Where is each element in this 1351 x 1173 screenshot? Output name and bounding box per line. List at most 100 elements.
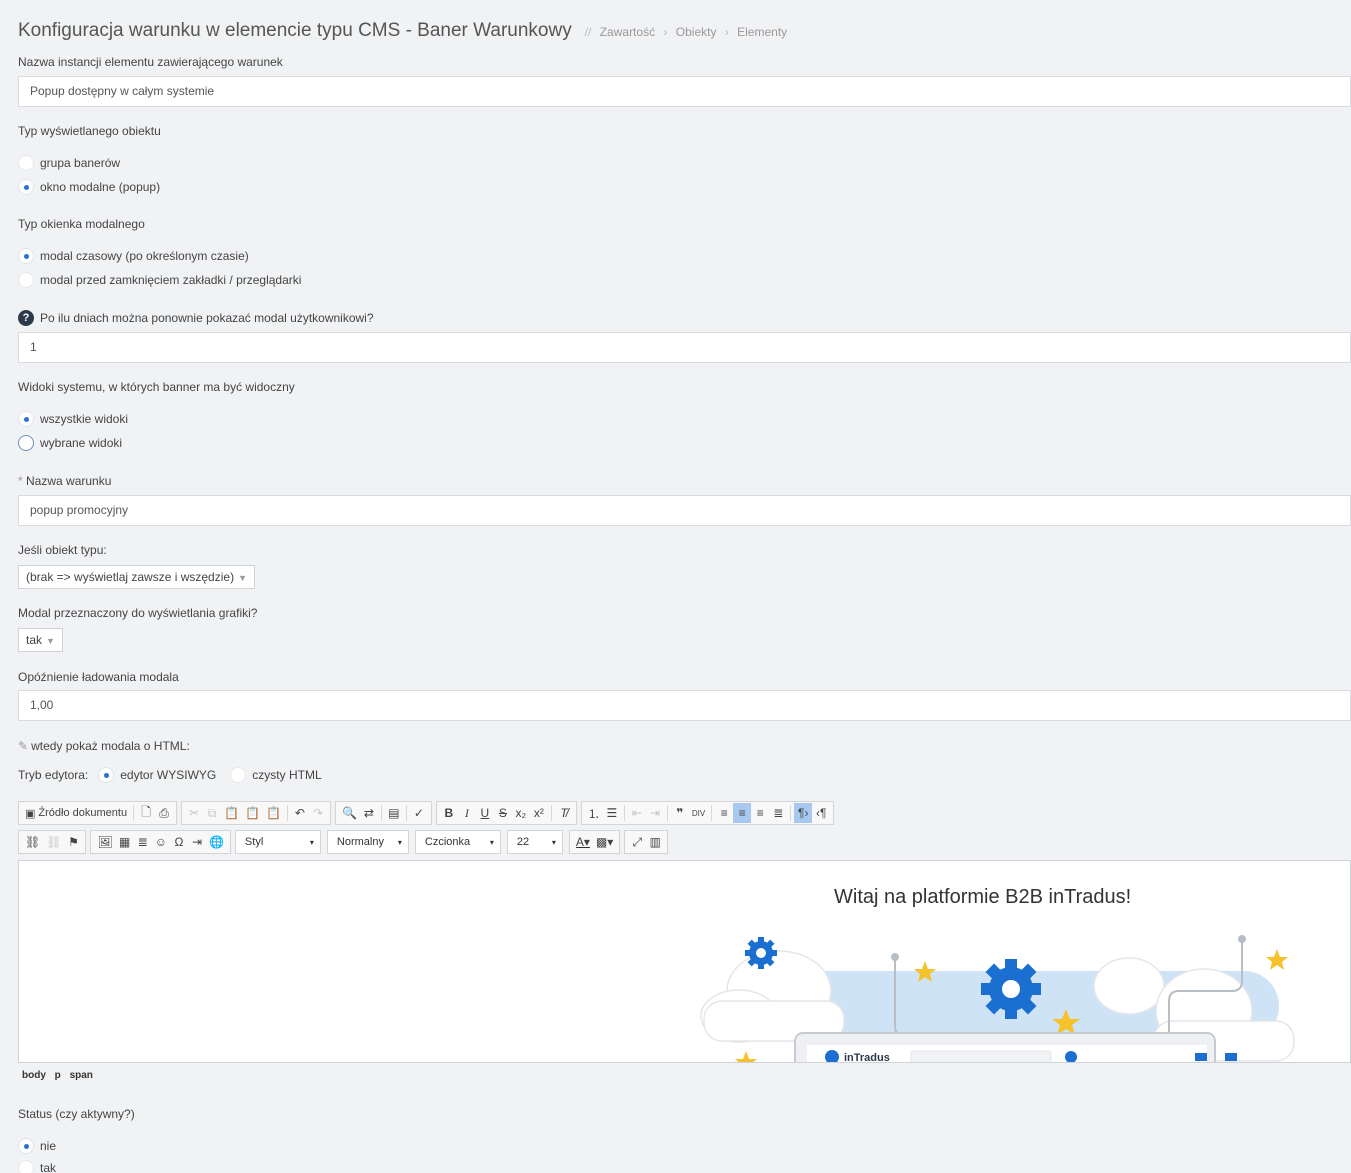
- radio-label: tak: [40, 1161, 57, 1173]
- paste-text-icon[interactable]: 📋: [242, 803, 263, 823]
- radio-button-checked[interactable]: [18, 411, 34, 427]
- subscript-icon[interactable]: x₂: [512, 803, 530, 823]
- instance-name-input[interactable]: Popup dostępny w całym systemie: [18, 76, 1351, 107]
- show-blocks-icon[interactable]: ▥: [646, 832, 664, 852]
- link-icon[interactable]: ⛓: [22, 832, 43, 852]
- gear-small-icon: [745, 937, 777, 969]
- numbered-list-icon[interactable]: ⒈: [585, 803, 603, 823]
- source-button[interactable]: ▣ Źródło dokumentu: [22, 803, 130, 823]
- toolbar-separator: [711, 805, 713, 821]
- align-right-icon[interactable]: ≡: [751, 803, 769, 823]
- bulleted-list-icon[interactable]: ☰: [603, 803, 621, 823]
- remove-format-icon[interactable]: T̸: [555, 803, 573, 823]
- copy-icon[interactable]: ⧉: [203, 803, 221, 823]
- ltr-icon[interactable]: ¶›: [794, 803, 813, 823]
- text-color-icon[interactable]: A▾: [573, 832, 593, 852]
- question-circle-icon[interactable]: ?: [18, 310, 34, 326]
- radio-grupa-banerow[interactable]: grupa banerów: [18, 155, 120, 171]
- font-combo[interactable]: Czcionka ▾: [414, 830, 501, 854]
- iframe-globe-icon[interactable]: 🌐: [206, 832, 227, 852]
- breadcrumb-item-obiekty[interactable]: Obiekty: [676, 25, 717, 39]
- align-center-icon[interactable]: ≡: [733, 803, 752, 823]
- paste-word-icon[interactable]: 📋: [263, 803, 284, 823]
- radio-wszystkie-widoki[interactable]: wszystkie widoki: [18, 411, 128, 427]
- style-combo[interactable]: Styl ▾: [234, 830, 321, 854]
- horizontal-line-icon[interactable]: ≣: [134, 832, 152, 852]
- toolbar-group-paragraph: ⒈ ☰ ⇤ ⇥ ❞ DIV ≡ ≡ ≡ ≣ ¶› ‹¶: [580, 801, 835, 825]
- div-container-icon[interactable]: DIV: [689, 803, 708, 823]
- radio-label: okno modalne (popup): [40, 180, 161, 194]
- repeat-days-input[interactable]: 1: [18, 332, 1351, 363]
- format-combo[interactable]: Normalny ▾: [326, 830, 409, 854]
- radio-button[interactable]: [18, 272, 34, 288]
- graphics-modal-select[interactable]: tak ▼: [18, 628, 63, 652]
- radio-status-nie[interactable]: nie: [18, 1138, 56, 1154]
- select-all-icon[interactable]: ▤: [385, 803, 403, 823]
- path-item-p[interactable]: p: [55, 1070, 61, 1081]
- radio-status-tak[interactable]: tak: [18, 1160, 56, 1173]
- undo-icon[interactable]: ↶: [291, 803, 309, 823]
- justify-icon[interactable]: ≣: [769, 803, 787, 823]
- radio-button[interactable]: [18, 435, 34, 451]
- underline-icon[interactable]: U: [476, 803, 494, 823]
- cut-icon[interactable]: ✂: [185, 803, 203, 823]
- condition-name-input[interactable]: popup promocyjny: [18, 495, 1351, 526]
- font-size-combo-value: 22: [516, 836, 530, 848]
- print-icon[interactable]: ⎙: [155, 803, 173, 823]
- rtl-icon[interactable]: ‹¶: [812, 803, 830, 823]
- bold-icon[interactable]: B: [440, 803, 458, 823]
- radio-button[interactable]: [18, 1160, 34, 1173]
- radio-button-checked[interactable]: [98, 767, 115, 783]
- image-icon[interactable]: 🖼: [94, 832, 115, 852]
- breadcrumb-item-elementy[interactable]: Elementy: [737, 25, 787, 39]
- radio-button[interactable]: [230, 767, 247, 783]
- new-page-icon[interactable]: 🗋: [137, 803, 155, 823]
- indent-icon[interactable]: ⇥: [646, 803, 664, 823]
- gear-large-icon: [981, 959, 1041, 1019]
- radio-wybrane-widoki[interactable]: wybrane widoki: [18, 435, 122, 451]
- if-object-type-label: Jeśli obiekt typu:: [18, 543, 107, 557]
- toolbar-group-colors: A▾ ▩▾: [568, 830, 621, 854]
- radio-button-checked[interactable]: [18, 179, 34, 195]
- unlink-icon[interactable]: ⛓: [43, 832, 64, 852]
- radio-modal-czasowy[interactable]: modal czasowy (po określonym czasie): [18, 248, 249, 264]
- spellcheck-icon[interactable]: ✓: [410, 803, 428, 823]
- editor-content-area[interactable]: Witaj na platformie B2B inTradus! inTrad…: [18, 860, 1351, 1063]
- radio-button-checked[interactable]: [18, 1138, 34, 1154]
- replace-icon[interactable]: ⇄: [360, 803, 378, 823]
- path-item-span[interactable]: span: [70, 1070, 93, 1081]
- radio-label-wysiwyg[interactable]: edytor WYSIWYG: [120, 768, 216, 782]
- anchor-flag-icon[interactable]: ⚑: [64, 832, 82, 852]
- font-size-combo[interactable]: 22 ▾: [506, 830, 563, 854]
- intradus-brand-text: inTradus: [844, 1052, 890, 1063]
- toolbar-group-tools: ⤢ ▥: [624, 830, 669, 854]
- find-icon[interactable]: 🔍: [339, 803, 360, 823]
- italic-icon[interactable]: I: [458, 803, 476, 823]
- path-item-body[interactable]: body: [22, 1070, 46, 1081]
- strikethrough-icon[interactable]: S: [494, 803, 512, 823]
- superscript-icon[interactable]: x²: [530, 803, 548, 823]
- load-delay-input[interactable]: 1,00: [18, 690, 1351, 721]
- edit-icon: ✎: [18, 739, 29, 753]
- blockquote-icon[interactable]: ❞: [671, 803, 689, 823]
- special-char-icon[interactable]: Ω: [170, 832, 188, 852]
- radio-modal-przed-zamknieciem[interactable]: modal przed zamknięciem zakładki / przeg…: [18, 272, 301, 288]
- smiley-icon[interactable]: ☺: [152, 832, 170, 852]
- bg-color-icon[interactable]: ▩▾: [593, 832, 616, 852]
- breadcrumb-item-zawartosc[interactable]: Zawartość: [600, 25, 655, 39]
- radio-okno-modalne[interactable]: okno modalne (popup): [18, 179, 160, 195]
- redo-icon[interactable]: ↷: [309, 803, 327, 823]
- dropdown-arrow-icon: ▾: [309, 837, 314, 847]
- align-left-icon[interactable]: ≡: [715, 803, 733, 823]
- table-icon[interactable]: ▦: [116, 832, 134, 852]
- paste-icon[interactable]: 📋: [221, 803, 242, 823]
- maximize-icon[interactable]: ⤢: [628, 832, 646, 852]
- toolbar-group-find: 🔍 ⇄ ▤ ✓: [334, 801, 432, 825]
- radio-button-checked[interactable]: [18, 248, 34, 264]
- page-break-icon[interactable]: ⇥: [188, 832, 206, 852]
- outdent-icon[interactable]: ⇤: [628, 803, 646, 823]
- radio-button[interactable]: [18, 155, 34, 171]
- if-object-type-select[interactable]: (brak => wyświetlaj zawsze i wszędzie) ▼: [18, 565, 255, 589]
- radio-label-html[interactable]: czysty HTML: [252, 768, 321, 782]
- banner-illustration: inTradus: [700, 935, 1295, 1063]
